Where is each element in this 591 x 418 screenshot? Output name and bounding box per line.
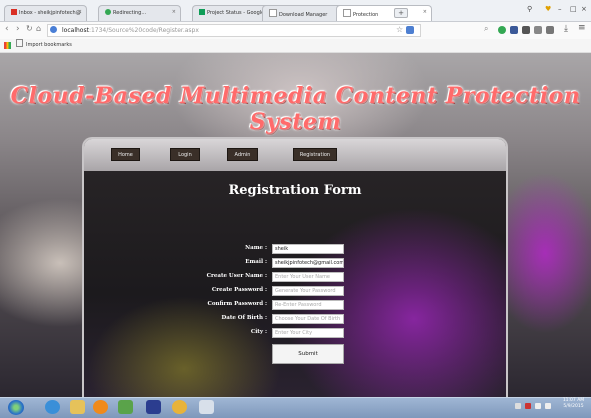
apps-icon[interactable] [4,42,11,49]
reload-icon[interactable]: ↻ [26,24,33,33]
home-icon[interactable]: ⌂ [36,24,41,33]
menu-icon[interactable]: ≡ [578,23,586,33]
tab-close-icon[interactable]: × [78,9,82,15]
tray-icon[interactable] [515,403,521,409]
site-title: Cloud-Based Multimedia Content Protectio… [10,83,581,135]
extension-icon[interactable] [522,26,530,34]
submit-button[interactable]: Submit [272,344,344,364]
email-field[interactable]: sheikjpinfotech@gmail.com [272,258,344,268]
network-icon[interactable] [535,403,541,409]
confirm-password-label: Confirm Password : [207,301,267,307]
maximize-button[interactable]: □ [570,5,577,13]
extension-icon[interactable] [406,26,414,34]
nav-admin[interactable]: Admin [227,148,258,161]
taskbar [0,397,591,418]
import-bookmarks-link[interactable]: Import bookmarks [16,39,72,51]
app-icon[interactable] [118,400,133,414]
tab-protection[interactable]: Protection × [336,5,432,21]
page-icon [343,9,351,17]
nav-login[interactable]: Login [170,148,200,161]
nav-registration[interactable]: Registration [293,148,337,161]
site-info-icon[interactable] [50,26,57,33]
password-field[interactable]: Generate Your Password [272,286,344,296]
name-label: Name : [245,245,267,251]
start-button-icon[interactable] [8,400,24,415]
extension-icon[interactable]: ♥ [545,5,551,13]
dob-field[interactable]: Choose Your Date Of Birth [272,314,344,324]
forward-icon[interactable]: › [16,24,20,34]
app-icon[interactable] [199,400,214,414]
dob-label: Date Of Birth : [221,315,267,321]
profile-icon[interactable]: ⚲ [527,5,532,13]
back-icon[interactable]: ‹ [5,24,9,34]
extension-icon[interactable] [534,26,542,34]
confirm-password-field[interactable]: Re-Enter Password [272,300,344,310]
city-field[interactable]: Enter Your City [272,328,344,338]
username-field[interactable]: Enter Your User Name [272,272,344,282]
nav-bar: Home Login Admin Registration [84,139,506,171]
app-icon[interactable] [146,400,161,414]
bookmarks-bar: Import bookmarks [0,39,591,53]
minimize-button[interactable]: – [558,5,562,13]
chrome-icon[interactable] [172,400,187,414]
tab-close-icon[interactable]: × [172,9,176,15]
page-icon [16,39,23,47]
page-icon [269,9,277,17]
nav-home[interactable]: Home [111,148,140,161]
email-label: Email : [245,259,267,265]
media-player-icon[interactable] [93,400,108,414]
username-label: Create User Name : [206,273,267,279]
name-field[interactable]: sheik [272,244,344,254]
taskbar-clock[interactable]: 11:07 AM 5/9/2015 [556,398,591,409]
page-content: Cloud-Based Multimedia Content Protectio… [0,53,591,397]
file-explorer-icon[interactable] [70,400,85,414]
loading-icon [105,9,111,15]
internet-explorer-icon[interactable] [45,400,60,414]
main-panel: Home Login Admin Registration Registrati… [82,137,508,397]
new-tab-button[interactable]: + [394,8,408,18]
gmail-icon [11,9,17,15]
tab-inbox[interactable]: Inbox - sheikjpinfotech@ × [4,5,87,21]
sheets-icon [199,9,205,15]
password-label: Create Password : [211,287,267,293]
close-window-button[interactable]: × [581,5,587,13]
tab-close-icon[interactable]: × [423,9,427,15]
download-icon[interactable]: ⤓ [564,24,568,34]
facebook-icon[interactable] [510,26,518,34]
address-bar[interactable]: localhost:1734/Source%20code/Register.as… [47,24,421,37]
form-title: Registration Form [228,183,362,198]
tab-redirecting[interactable]: Redirecting... × [98,5,181,21]
volume-icon[interactable] [545,403,551,409]
tray-icon[interactable] [525,403,531,409]
search-icon[interactable]: ⌕ [484,24,488,34]
city-label: City : [250,329,267,335]
extension-icon[interactable] [498,26,506,34]
extension-icon[interactable] [546,26,554,34]
bookmark-star-icon[interactable]: ☆ [396,25,403,34]
